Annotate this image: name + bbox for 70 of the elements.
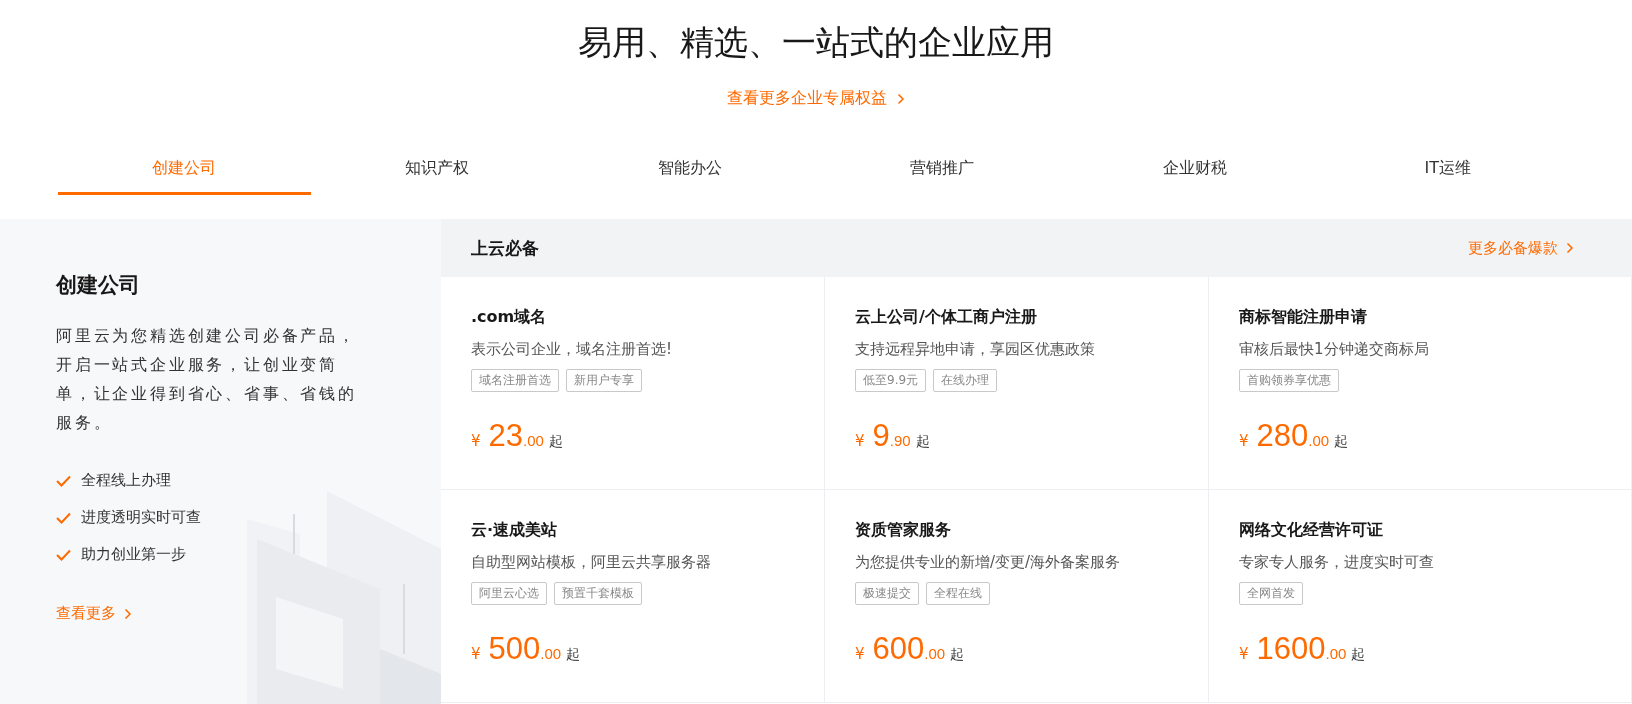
chevron-icon — [1566, 242, 1574, 254]
category-tab[interactable]: 知识产权 — [310, 157, 564, 195]
price-amount: 280 — [1256, 418, 1309, 454]
section-header-title: 上云必备 — [471, 236, 539, 260]
product-tag: 低至9.9元 — [855, 369, 927, 392]
product-tag: 预置千套模板 — [554, 582, 642, 605]
product-card[interactable]: 云·速成美站 自助型网站模板，阿里云共享服务器 阿里云心选 预置千套模板 ¥ 500.00 起 — [441, 490, 825, 703]
category-tab[interactable]: 智能办公 — [563, 157, 816, 195]
currency-symbol: ¥ — [855, 645, 865, 663]
product-tag: 全程在线 — [926, 582, 990, 605]
product-name: 商标智能注册申请 — [1239, 307, 1367, 328]
product-card[interactable]: 网络文化经营许可证 专家专人服务，进度实时可查 全网首发 ¥ 1600.00 起 — [1209, 490, 1632, 703]
product-name: 资质管家服务 — [855, 520, 951, 541]
check-icon — [56, 474, 71, 487]
product-tag: 新用户专享 — [566, 369, 642, 392]
product-card[interactable]: 资质管家服务 为您提供专业的新增/变更/海外备案服务 极速提交 全程在线 ¥ 600.00 起 — [825, 490, 1209, 703]
feature-text: 进度透明实时可查 — [81, 508, 201, 527]
product-description: 自助型网站模板，阿里云共享服务器 — [471, 553, 711, 572]
category-description: 阿里云为您精选创建公司必备产品，开启一站式企业服务，让创业变简单，让企业得到省心、省事、省钱的服务。 — [56, 325, 358, 434]
product-card[interactable]: 云上公司/个体工商户注册 支持远程异地申请，享园区优惠政策 低至9.9元 在线办理 ¥ 9.90 起 — [825, 277, 1209, 490]
check-icon — [56, 511, 71, 524]
product-tag: 在线办理 — [933, 369, 998, 392]
product-description: 表示公司企业，域名注册首选! — [471, 340, 672, 359]
price-decimals: .00 — [540, 645, 562, 662]
product-card[interactable]: 商标智能注册申请 审核后最快1分钟递交商标局 首购领券享优惠 ¥ 280.00 起 — [1209, 277, 1632, 490]
product-tag: 阿里云心选 — [471, 582, 547, 605]
chevron-icon — [897, 92, 905, 105]
product-name: .com域名 — [471, 307, 547, 328]
price-decimals: .90 — [889, 432, 911, 449]
price-decimals: .00 — [1308, 432, 1330, 449]
currency-symbol: ¥ — [1239, 645, 1249, 663]
price-suffix: 起 — [915, 433, 930, 451]
price-suffix: 起 — [1334, 433, 1349, 451]
product-tag: 全网首发 — [1239, 582, 1303, 605]
feature-text: 全程线上办理 — [81, 471, 171, 490]
currency-symbol: ¥ — [471, 432, 481, 450]
product-description: 专家专人服务，进度实时可查 — [1239, 553, 1434, 572]
section-title: 易用、精选、一站式的企业应用 — [578, 21, 1054, 64]
category-title: 创建公司 — [56, 272, 140, 299]
product-name: 网络文化经营许可证 — [1239, 520, 1383, 541]
check-icon — [56, 548, 71, 561]
price-decimals: .00 — [924, 645, 946, 662]
price-decimals: .00 — [523, 432, 544, 449]
price-suffix: 起 — [566, 646, 581, 664]
product-name: 云·速成美站 — [471, 520, 558, 541]
category-tab[interactable]: 营销推广 — [816, 157, 1069, 195]
product-tag: 域名注册首选 — [471, 369, 559, 392]
product-description: 为您提供专业的新增/变更/海外备案服务 — [855, 553, 1121, 572]
price-suffix: 起 — [548, 433, 563, 451]
currency-symbol: ¥ — [1239, 432, 1249, 450]
category-tab[interactable]: 企业财税 — [1068, 157, 1322, 195]
price-decimals: .00 — [1325, 645, 1347, 662]
currency-symbol: ¥ — [855, 432, 865, 450]
price-amount: 500 — [488, 631, 541, 667]
product-tag: 极速提交 — [855, 582, 919, 605]
product-name: 云上公司/个体工商户注册 — [855, 307, 1037, 328]
product-tag: 首购领券享优惠 — [1239, 369, 1339, 392]
product-description: 支持远程异地申请，享园区优惠政策 — [855, 340, 1095, 359]
price-amount: 1600 — [1256, 631, 1326, 667]
product-card[interactable]: .com域名 表示公司企业，域名注册首选! 域名注册首选 新用户专享 ¥ 23.00 起 — [441, 277, 825, 490]
price-amount: 9 — [872, 418, 890, 454]
currency-symbol: ¥ — [471, 645, 481, 663]
feature-text: 助力创业第一步 — [81, 545, 186, 564]
price-suffix: 起 — [950, 646, 965, 664]
chevron-icon — [124, 607, 132, 620]
price-amount: 600 — [872, 631, 925, 667]
price-amount: 23 — [488, 418, 524, 454]
price-suffix: 起 — [1351, 646, 1366, 664]
product-description: 审核后最快1分钟递交商标局 — [1239, 340, 1429, 359]
category-tab[interactable]: IT运维 — [1321, 157, 1575, 195]
